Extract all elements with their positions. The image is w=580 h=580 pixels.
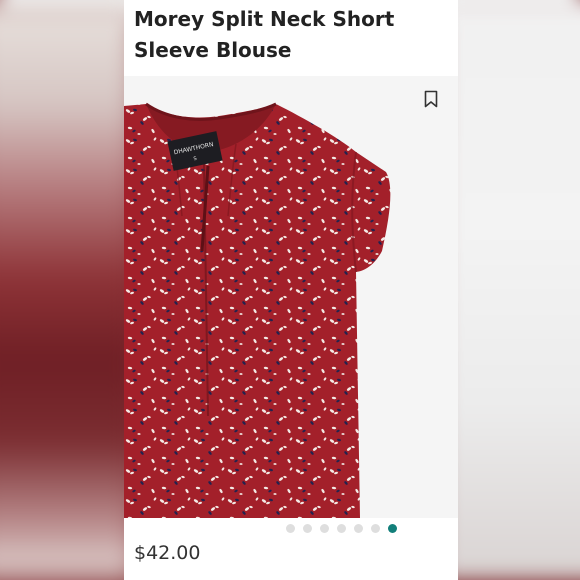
product-card: Morey Split Neck Short Sleeve Blouse DHA… <box>124 0 458 580</box>
carousel-dot-active[interactable] <box>387 524 397 533</box>
carousel-dot[interactable] <box>353 524 363 533</box>
carousel-dot[interactable] <box>319 524 329 533</box>
product-title: Morey Split Neck Short Sleeve Blouse <box>134 7 395 62</box>
carousel-dot[interactable] <box>285 524 295 533</box>
product-image[interactable]: DHAWTHORN S <box>124 76 458 518</box>
backdrop-left <box>0 0 140 580</box>
carousel-dot[interactable] <box>336 524 346 533</box>
carousel-indicator <box>124 524 458 536</box>
carousel-dot[interactable] <box>302 524 312 533</box>
backdrop-right <box>440 0 580 580</box>
carousel-dot[interactable] <box>370 524 380 533</box>
blouse-illustration: DHAWTHORN S <box>124 102 391 518</box>
product-price: $42.00 <box>134 542 201 564</box>
blouse-body <box>124 104 391 518</box>
bookmark-icon[interactable] <box>424 90 438 108</box>
